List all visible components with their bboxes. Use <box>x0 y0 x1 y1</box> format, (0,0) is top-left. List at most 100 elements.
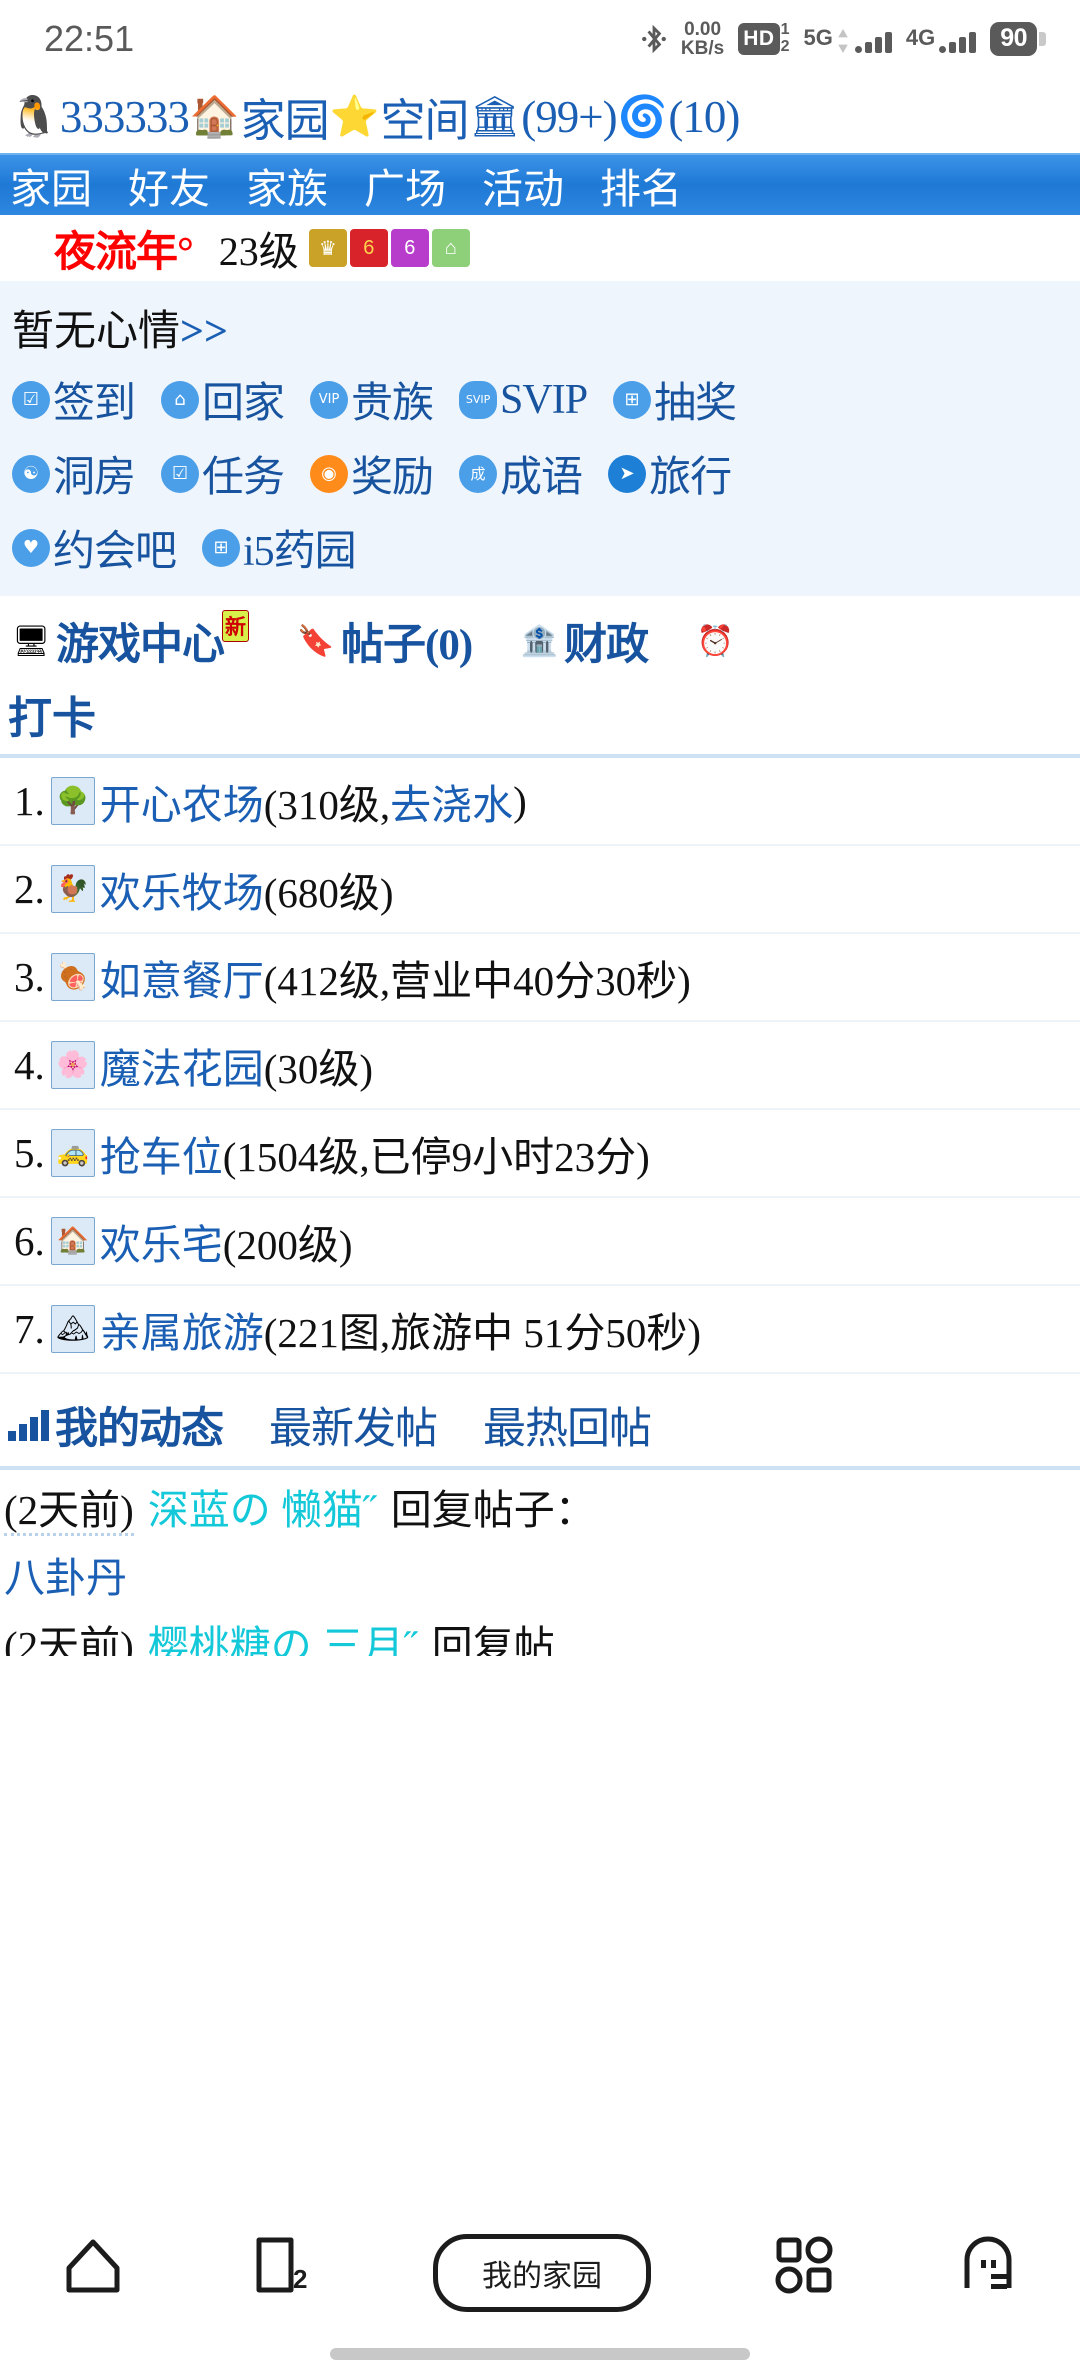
list-item[interactable]: (2天前) 樱桃糖の 三月˝ 回复帖 <box>0 1606 1080 1656</box>
game-name[interactable]: 欢乐宅 <box>100 1211 223 1271</box>
ranch-icon: 🐓 <box>50 865 95 913</box>
nav-item-haoyou[interactable]: 好友 <box>128 155 210 215</box>
feature-finance[interactable]: 🏦 财政 <box>518 610 649 672</box>
feature-game-center[interactable]: 🖥 游戏中心 新 <box>10 610 249 672</box>
user-nickname[interactable]: 夜流年° <box>54 218 194 279</box>
status-bar-indicators: 0.00 KB/s HD 1 2 5G 4G 90 <box>641 20 1046 58</box>
system-navigation-bar: 2 我的家园 <box>0 2200 1080 2376</box>
nav-item-paiming[interactable]: 排名 <box>600 155 682 215</box>
list-item-subject[interactable]: 八卦丹 <box>0 1538 1080 1606</box>
user-badges: ♛ 6 6 ⌂ <box>308 229 470 267</box>
game-center-icon: 🖥 <box>11 624 51 658</box>
feed-subject[interactable]: 八卦丹 <box>4 1555 127 1601</box>
gesture-home-bar[interactable] <box>330 2348 750 2360</box>
game-index: 6. <box>14 1218 45 1264</box>
header-home-link[interactable]: 家园 <box>241 84 330 149</box>
quick-link-dongfang[interactable]: ☯ 洞房 <box>12 443 136 504</box>
header-bank-count[interactable]: (99+) <box>521 91 617 143</box>
quick-link-huijia[interactable]: ⌂ 回家 <box>161 369 285 430</box>
purple-badge: 6 <box>390 229 429 267</box>
nav-more-button[interactable] <box>957 2234 1019 2296</box>
game-index: 1. <box>14 778 45 824</box>
nav-item-jiazu[interactable]: 家族 <box>246 155 328 215</box>
network-speed-unit: KB/s <box>680 38 725 59</box>
nav-item-guangchang[interactable]: 广场 <box>364 155 446 215</box>
quick-link-lvxing[interactable]: ➤ 旅行 <box>608 443 732 504</box>
quick-link-renwu[interactable]: ☑ 任务 <box>161 443 285 504</box>
parking-icon: 🚕 <box>50 1129 95 1177</box>
feed-action: 回复帖 <box>431 1623 555 1656</box>
quick-link-label: 成语 <box>500 455 583 501</box>
check-square-icon: ☑ <box>12 380 50 419</box>
game-name[interactable]: 欢乐牧场 <box>100 859 264 919</box>
sim-slot-2: 2 <box>780 38 790 55</box>
game-meta: (680级) <box>263 870 394 916</box>
header-photo-count[interactable]: (10) <box>668 91 740 143</box>
game-name[interactable]: 亲属旅游 <box>100 1299 264 1359</box>
quick-link-jiangli[interactable]: ◉ 奖励 <box>310 443 434 504</box>
table-row[interactable]: 3. 🍖 如意餐厅 (412级,营业中40分30秒) <box>0 934 1080 1022</box>
tab-my-activity[interactable]: 我的动态 <box>55 1394 224 1456</box>
nav-home-button[interactable] <box>61 2234 125 2296</box>
quick-link-label: 洞房 <box>53 455 136 501</box>
feed-username[interactable]: 深蓝の 懒猫˝ <box>148 1487 377 1533</box>
table-row[interactable]: 7. 🏔 亲属旅游 (221图,旅游中 51分50秒) <box>0 1286 1080 1374</box>
heart-icon: ♥ <box>12 528 50 567</box>
feed-timestamp: (2天前) <box>4 1487 134 1536</box>
nav-recent-apps-button[interactable]: 2 <box>247 2234 311 2296</box>
nav-item-jiayuan[interactable]: 家园 <box>10 155 92 215</box>
game-meta: (1504级,已停9小时23分) <box>222 1134 650 1180</box>
nav-item-huodong[interactable]: 活动 <box>482 155 564 215</box>
game-index: 7. <box>14 1306 45 1352</box>
bank-icon: 🏛 <box>469 94 521 140</box>
feed-username[interactable]: 樱桃糖の 三月˝ <box>148 1623 418 1656</box>
signal-bars-4g <box>939 32 977 53</box>
game-meta: (221图,旅游中 51分50秒) <box>263 1310 702 1356</box>
nav-center-label: 我的家园 <box>433 2234 651 2312</box>
table-row[interactable]: 5. 🚕 抢车位 (1504级,已停9小时23分) <box>0 1110 1080 1198</box>
quick-link-i5yaoyuan[interactable]: ⊞ i5药园 <box>202 517 357 578</box>
quick-link-choujiang[interactable]: ⊞ 抽奖 <box>613 369 737 430</box>
bookmark-icon: 🔖 <box>297 624 335 658</box>
header-space-link[interactable]: 空间 <box>380 84 469 149</box>
table-row[interactable]: 1. 🌳 开心农场 (310级, 去浇水) <box>0 758 1080 846</box>
more-panel-icon <box>964 2236 1012 2289</box>
nav-center-pill[interactable]: 我的家园 <box>433 2234 651 2312</box>
table-row[interactable]: 2. 🐓 欢乐牧场 (680级) <box>0 846 1080 934</box>
quick-link-guizu[interactable]: VIP 贵族 <box>310 369 434 430</box>
mood-status[interactable]: 暂无心情>> <box>0 291 1080 362</box>
alarm-clock-icon: ⏰ <box>696 624 734 658</box>
network-type-4g: 4G <box>905 25 936 50</box>
quick-link-label: 签到 <box>53 381 136 427</box>
list-item[interactable]: (2天前) 深蓝の 懒猫˝ 回复帖子： <box>0 1470 1080 1538</box>
signal-bars-5g <box>854 32 892 53</box>
qq-number[interactable]: 333333 <box>60 91 190 143</box>
table-row[interactable]: 6. 🏠 欢乐宅 (200级) <box>0 1198 1080 1286</box>
game-name[interactable]: 如意餐厅 <box>100 947 264 1007</box>
house-green-icon: 🏠 <box>50 1217 95 1265</box>
svg-text:2: 2 <box>293 2264 307 2294</box>
home-icon: ⌂ <box>161 380 200 419</box>
new-badge: 新 <box>222 610 249 642</box>
game-name[interactable]: 抢车位 <box>100 1123 223 1183</box>
feature-row: 🖥 游戏中心 新 🔖 帖子(0) 🏦 财政 ⏰ <box>0 596 1080 680</box>
user-level: 23级 <box>218 229 299 274</box>
table-row[interactable]: 4. 🌸 魔法花园 (30级) <box>0 1022 1080 1110</box>
tab-latest-posts[interactable]: 最新发帖 <box>269 1394 438 1456</box>
user-info-row: 夜流年° 23级 ♛ 6 6 ⌂ <box>0 215 1080 281</box>
data-transfer-icon <box>838 29 848 53</box>
feature-posts[interactable]: 🔖 帖子(0) <box>295 610 473 672</box>
game-action-link[interactable]: 去浇水 <box>390 771 513 831</box>
quick-link-yuehuiba[interactable]: ♥ 约会吧 <box>12 517 177 578</box>
game-name[interactable]: 魔法花园 <box>100 1035 264 1095</box>
game-name[interactable]: 开心农场 <box>100 771 264 831</box>
network-type-5g: 5G <box>803 25 833 50</box>
quick-link-chengyu[interactable]: 成 成语 <box>459 443 583 504</box>
vip-icon: VIP <box>310 380 349 419</box>
feature-alarm[interactable]: ⏰ <box>694 620 740 662</box>
nav-apps-button[interactable] <box>773 2234 835 2296</box>
garden-icon: 🌸 <box>50 1041 95 1089</box>
tab-hottest-replies[interactable]: 最热回帖 <box>483 1394 652 1456</box>
quick-link-svip[interactable]: SVIP SVIP <box>459 376 588 424</box>
quick-link-qiandao[interactable]: ☑ 签到 <box>12 369 136 430</box>
